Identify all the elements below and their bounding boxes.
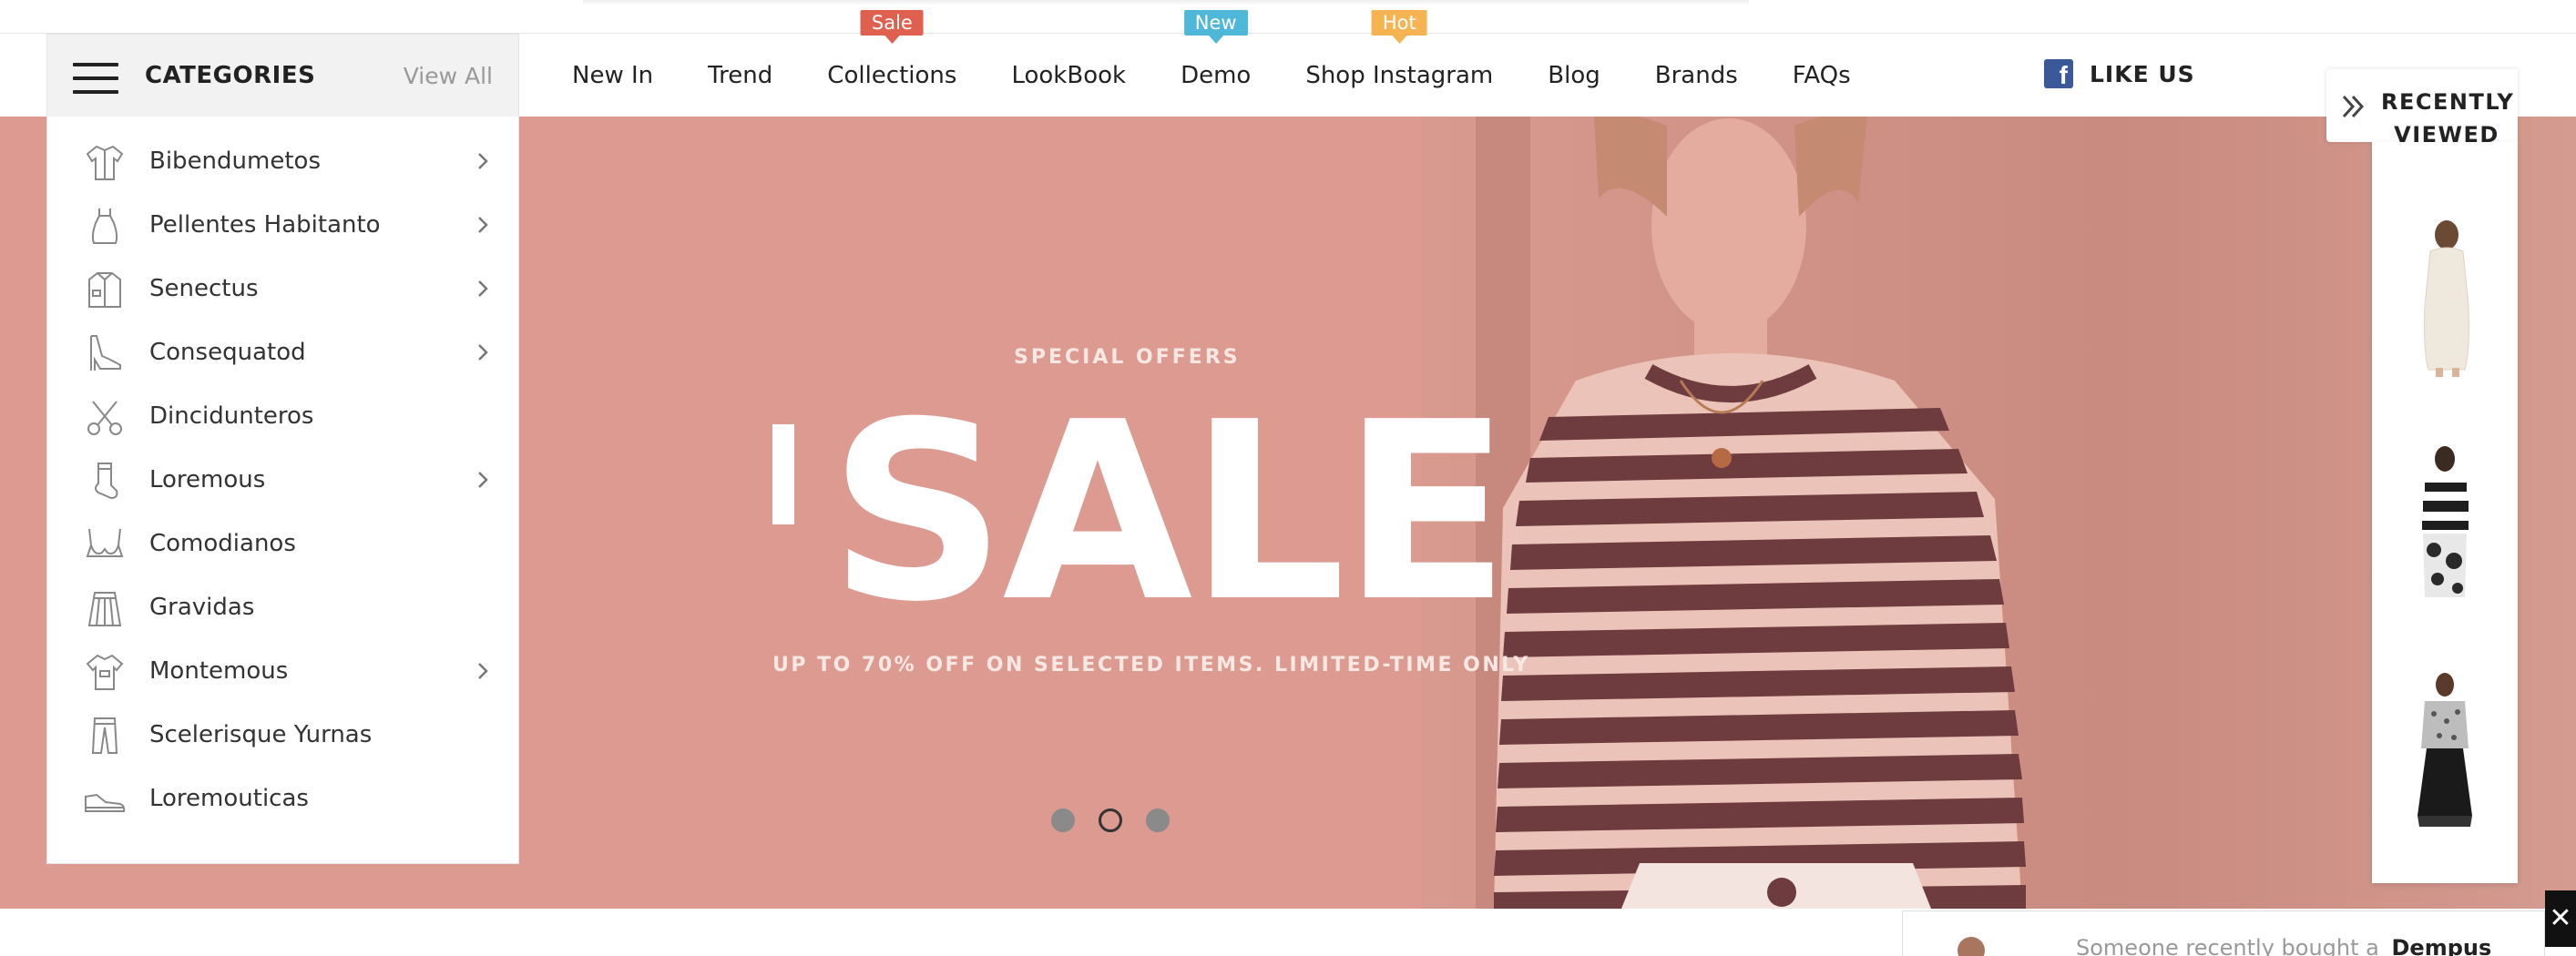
menu-item-demo[interactable]: New Demo [1181,9,1252,89]
slider-dot-1[interactable] [1051,809,1075,832]
category-item[interactable]: Consequatod [47,320,518,384]
chevron-right-icon [478,217,488,233]
category-label: Scelerisque Yurnas [149,721,373,748]
category-item[interactable]: Loremouticas [47,767,518,830]
sneaker-icon [85,793,126,812]
category-label: Comodianos [149,530,296,557]
categories-header[interactable]: CATEGORIES View All [46,34,519,117]
category-label: Pellentes Habitanto [149,211,381,239]
main-menu: New In Trend Sale Collections LookBook N… [572,9,1906,117]
facebook-icon: f [2044,59,2073,88]
toast-message: Someone recently bought a Dempus [2076,935,2491,956]
chevron-right-icon [478,663,488,679]
hero-special-offers: SPECIAL OFFERS [1014,346,1241,369]
categories-dropdown: Bibendumetos Pellentes Habitanto Senectu… [46,117,519,864]
slider-dot-3[interactable] [1146,809,1170,832]
category-item[interactable]: Gravidas [47,575,518,639]
hero-model-image [1476,117,2026,909]
chevron-right-icon [478,472,488,488]
top-strip [0,0,2576,34]
toast-product-thumb [1958,937,1985,956]
recent-product-thumb[interactable] [2390,670,2499,834]
menu-label: Shop Instagram [1305,61,1494,89]
hero-headline: SALE [829,369,1510,656]
new-badge: New [1183,9,1248,44]
shirt-icon [86,145,124,180]
sale-badge: Sale [860,9,924,44]
menu-label: FAQs [1792,61,1851,89]
view-all-link[interactable]: View All [404,63,493,89]
menu-label: Blog [1548,61,1600,89]
menu-label: New In [572,61,654,89]
hot-badge: Hot [1371,9,1427,44]
category-item[interactable]: Pellentes Habitanto [47,193,518,257]
category-label: Consequatod [149,339,306,366]
close-icon[interactable]: ✕ [2545,890,2576,947]
slider-dots [1051,809,1193,832]
category-label: Loremouticas [149,785,309,812]
category-item[interactable]: Senectus [47,257,518,320]
scissors-icon [87,401,122,435]
category-item[interactable]: Montemous [47,639,518,703]
category-label: Senectus [149,275,259,302]
recently-viewed-panel [2372,142,2518,883]
dress-icon [91,208,118,244]
hero-subline: UP TO 70% OFF ON SELECTED ITEMS. LIMITED… [772,654,1530,676]
menu-label: Trend [708,61,773,89]
category-item[interactable]: Comodianos [47,512,518,575]
skirt-icon [87,592,122,626]
like-us-label: LIKE US [2090,60,2195,87]
chevron-right-icon [478,344,488,361]
chevron-right-icon [478,280,488,297]
category-label: Dincidunteros [149,402,314,430]
menu-label: Collections [827,61,957,89]
sock-icon [95,463,118,500]
facebook-like-link[interactable]: f LIKE US [2044,59,2195,88]
categories-title: CATEGORIES [145,62,316,89]
double-chevron-icon [2342,95,2365,118]
jacket-icon [88,272,121,308]
category-item[interactable]: Dincidunteros [47,384,518,448]
menu-item-brands[interactable]: Brands [1655,62,1738,89]
category-label: Montemous [149,657,289,685]
toast-product-name[interactable]: Dempus [2392,935,2492,956]
page: SPECIAL OFFERS SALE UP TO 70% OFF ON SEL… [0,0,2576,956]
menu-label: Brands [1654,61,1738,89]
toast-text: Someone recently bought a [2076,935,2379,956]
hero-accent-mark [772,424,794,524]
menu-label: Demo [1181,61,1252,89]
menu-item-lookbook[interactable]: LookBook [1011,62,1126,89]
hamburger-icon[interactable] [73,63,118,94]
chevron-right-icon [478,153,488,169]
recently-viewed-toggle[interactable]: RECENTLY VIEWED [2326,69,2518,147]
recent-product-thumb[interactable] [2390,442,2499,606]
category-label: Bibendumetos [149,147,321,175]
category-label: Gravidas [149,594,255,621]
pants-icon [91,717,118,754]
category-item[interactable]: Bibendumetos [47,129,518,193]
heel-shoe-icon [90,335,121,371]
menu-item-blog[interactable]: Blog [1548,62,1600,89]
t-shirt-icon [86,654,124,690]
slider-dot-2[interactable] [1099,809,1122,832]
title-line: RECENTLY [2381,89,2515,115]
menu-item-new-in[interactable]: New In [572,62,653,89]
category-label: Loremous [149,466,266,493]
menu-item-trend[interactable]: Trend [708,62,772,89]
category-item[interactable]: Loremous [47,448,518,512]
menu-item-shop-instagram[interactable]: Hot Shop Instagram [1305,9,1494,89]
bra-icon [86,528,124,557]
menu-label: LookBook [1011,61,1127,89]
menu-item-collections[interactable]: Sale Collections [827,9,957,89]
menu-item-faqs[interactable]: FAQs [1793,62,1851,89]
category-item[interactable]: Scelerisque Yurnas [47,703,518,767]
recent-purchase-toast[interactable]: Someone recently bought a Dempus [1902,910,2545,956]
recent-product-thumb[interactable] [2390,215,2499,379]
